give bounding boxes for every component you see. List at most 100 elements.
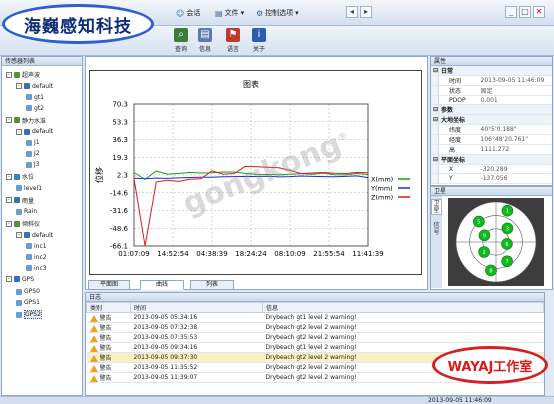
legend-label: Z(mm) xyxy=(371,194,393,202)
property-key: 时间 xyxy=(438,75,479,86)
tree-item[interactable]: Rain xyxy=(16,208,37,215)
expand-toggle-icon[interactable]: - xyxy=(6,276,12,282)
tree-item-label: GPS xyxy=(22,275,35,283)
tree-item[interactable]: - 雨量 xyxy=(6,196,34,205)
property-row[interactable]: 时间 2013-09-05 11:46:09 xyxy=(431,75,552,86)
tree-item[interactable]: level1 xyxy=(16,185,42,192)
ribbon-language-button[interactable]: ⚑ 语言 xyxy=(222,28,244,54)
property-row[interactable]: ⊟ 平面坐标 xyxy=(431,154,552,166)
collapse-icon[interactable]: ⊟ xyxy=(431,114,440,126)
expand-toggle-icon[interactable]: - xyxy=(6,197,12,203)
ribbon-label: 关于 xyxy=(252,46,265,53)
collapse-icon[interactable]: ⊟ xyxy=(431,66,440,76)
sensor-node-icon xyxy=(24,83,30,89)
close-pane-button[interactable]: ▸ xyxy=(360,6,372,18)
tree-item[interactable]: J3 xyxy=(26,161,40,168)
log-type: 警告 xyxy=(99,375,112,382)
info-icon: ▤ xyxy=(198,28,212,42)
tree-item[interactable]: inc2 xyxy=(26,254,47,261)
collapse-icon xyxy=(431,134,440,146)
tree-item[interactable]: gt2 xyxy=(26,105,44,112)
tree-item[interactable]: - default xyxy=(16,232,53,239)
property-row[interactable]: ⊟ 日常 xyxy=(431,66,552,76)
menu-session[interactable]: ☺ 会话 xyxy=(176,8,200,18)
chart-title: 图表 xyxy=(243,79,259,89)
tree-item[interactable]: - 水位 xyxy=(6,172,34,181)
tree-item[interactable]: - 倾斜仪 xyxy=(6,219,40,228)
x-tick-label: 01:07:09 xyxy=(118,250,149,258)
sensor-node-icon xyxy=(26,265,32,271)
tree-item[interactable]: - 超声波 xyxy=(6,70,40,79)
properties-title: 属性 xyxy=(431,57,552,66)
log-row[interactable]: 警告 2013-09-05 07:35:53 Drybeach gt2 level … xyxy=(86,332,544,343)
maximize-button[interactable]: □ xyxy=(519,6,531,18)
tab-signal[interactable]: 信号 xyxy=(431,222,442,236)
log-time: 2013-09-05 07:32:38 xyxy=(130,322,263,333)
tab-list[interactable]: 列表 xyxy=(190,280,234,290)
log-header-info[interactable]: 信息 xyxy=(262,302,544,313)
satellite-id: 2 xyxy=(482,250,485,256)
ribbon-query-button[interactable]: ⌕ 查询 xyxy=(170,28,192,54)
tab-plan[interactable]: 平面图 xyxy=(88,280,130,290)
property-row[interactable]: ⊟ 大地坐标 xyxy=(431,114,552,126)
expand-toggle-icon[interactable]: - xyxy=(16,83,22,89)
tree-item[interactable]: - GPS xyxy=(6,276,34,283)
log-row[interactable]: 警告 2013-09-05 07:32:38 Drybeach gt2 level … xyxy=(86,322,544,333)
tree-item[interactable]: inc3 xyxy=(26,265,47,272)
minimize-button[interactable]: _ xyxy=(505,6,517,18)
tab-satellite[interactable]: 卫星 xyxy=(431,199,442,215)
tree-item[interactable]: GPS0 xyxy=(16,288,40,295)
close-button[interactable]: ✕ xyxy=(533,6,545,18)
ribbon-about-button[interactable]: i 关于 xyxy=(248,28,270,54)
property-row[interactable]: 纬度 40°5'0.188" xyxy=(431,124,552,136)
collapse-icon[interactable]: ⊟ xyxy=(431,104,440,116)
expand-toggle-icon[interactable]: - xyxy=(16,232,22,238)
log-message: Drybeach gt1 level 2 warning! xyxy=(262,312,544,323)
satellite-id: 6 xyxy=(505,242,508,248)
log-row[interactable]: 警告 2013-09-05 05:34:16 Drybeach gt1 level … xyxy=(86,312,544,323)
property-row[interactable]: ⊟ 参数 xyxy=(431,104,552,116)
warning-icon xyxy=(89,365,98,372)
legend-label: Y(mm) xyxy=(370,185,393,193)
chart-area: 图表 70.3 53.3 36.3 19.3 2.3 -14.6 -31.6 -48.6 -66.… xyxy=(89,70,422,275)
tab-curve[interactable]: 曲线 xyxy=(140,280,184,290)
expand-toggle-icon[interactable]: - xyxy=(6,220,12,227)
log-header-time[interactable]: 时间 xyxy=(130,302,263,313)
tree-item[interactable]: gt1 xyxy=(26,94,44,101)
expand-toggle-icon[interactable]: - xyxy=(6,117,12,123)
tree-item-label: default xyxy=(32,128,54,135)
expand-toggle-icon[interactable]: - xyxy=(6,71,12,78)
tree-item-label: 水位 xyxy=(22,174,35,181)
tree-item[interactable]: - default xyxy=(16,83,53,90)
tree-item-label: J2 xyxy=(34,150,40,157)
y-tick-label: -31.6 xyxy=(110,207,129,215)
property-row[interactable]: X -320.289 xyxy=(431,164,552,175)
property-row[interactable]: Y -137.056 xyxy=(431,173,552,184)
property-row[interactable]: 状态 固定 xyxy=(431,85,552,96)
expand-toggle-icon[interactable]: - xyxy=(16,128,22,135)
tree-item[interactable]: GPS2 xyxy=(16,310,42,319)
property-row[interactable]: PDOP 0.001 xyxy=(431,95,552,106)
tree-item[interactable]: J1 xyxy=(26,139,40,146)
property-row[interactable]: 经度 106°48'20.761" xyxy=(431,134,552,146)
property-key: 纬度 xyxy=(438,124,479,136)
tree-item[interactable]: - default xyxy=(16,128,53,135)
pin-button[interactable]: ◂ xyxy=(346,6,358,18)
tree-item-label: 超声波 xyxy=(22,72,41,79)
menu-file[interactable]: ▤ 文件 ▾ xyxy=(215,8,244,18)
tree-item[interactable]: GPS1 xyxy=(16,299,40,306)
property-key: 参数 xyxy=(438,104,479,116)
expand-toggle-icon[interactable]: - xyxy=(6,173,12,180)
tree-item-label: J3 xyxy=(34,161,40,168)
property-key: 日常 xyxy=(438,66,479,76)
collapse-icon[interactable]: ⊟ xyxy=(431,154,440,166)
tree-item[interactable]: - 静力水准 xyxy=(6,116,46,125)
menu-options[interactable]: ⚙ 控制选项 ▾ xyxy=(256,8,299,18)
log-header-type[interactable]: 类别 xyxy=(86,302,131,313)
y-tick-label: 19.3 xyxy=(112,154,128,162)
sensor-node-icon xyxy=(24,232,30,238)
tree-item[interactable]: inc1 xyxy=(26,243,47,250)
property-row[interactable]: 高 1111.272 xyxy=(431,144,552,156)
ribbon-info-button[interactable]: ▤ 信息 xyxy=(194,28,216,54)
tree-item[interactable]: J2 xyxy=(26,150,40,157)
